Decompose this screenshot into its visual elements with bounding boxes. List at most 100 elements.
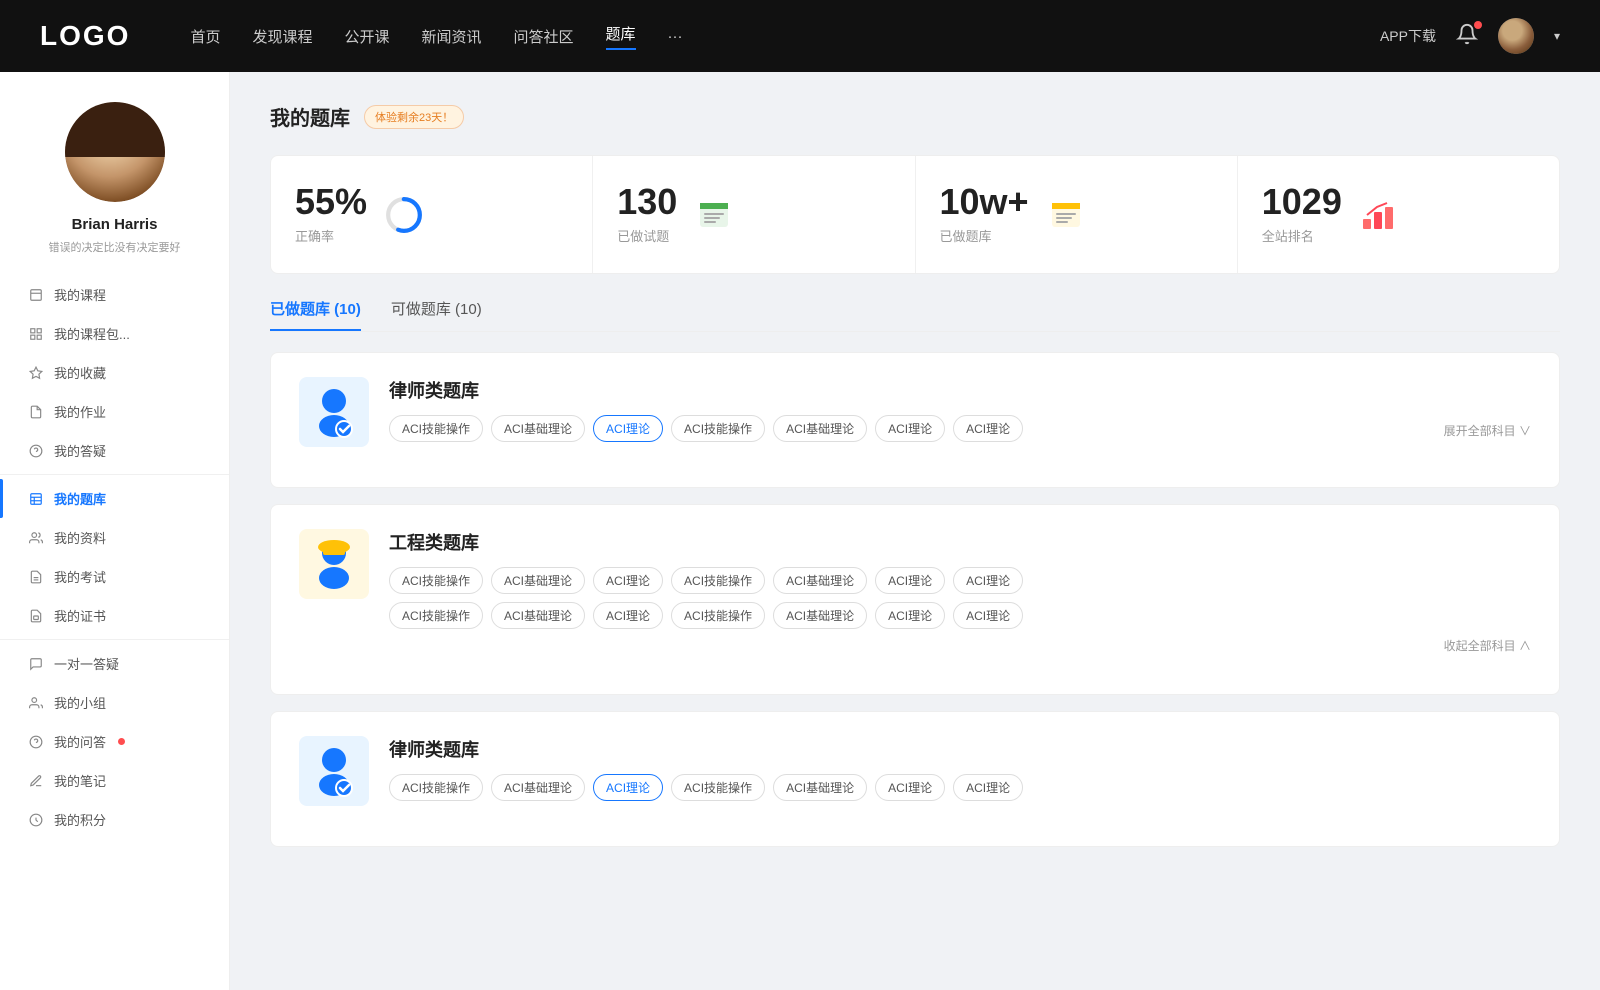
sidebar-item-exam[interactable]: 我的考试 [0, 557, 229, 596]
eng-tag-r2-1[interactable]: ACI基础理论 [491, 602, 585, 629]
qbank-icon [28, 491, 44, 507]
qbank-card-engineer: 工程类题库 ACI技能操作 ACI基础理论 ACI理论 ACI技能操作 ACI基… [270, 504, 1560, 695]
logo[interactable]: LOGO [40, 20, 130, 52]
stat-done-banks-label: 已做题库 [940, 226, 1029, 245]
sidebar-item-favorites[interactable]: 我的收藏 [0, 353, 229, 392]
profile-avatar [65, 102, 165, 202]
eng-tag-r1-2[interactable]: ACI理论 [593, 567, 663, 594]
law2-tag-3[interactable]: ACI技能操作 [671, 774, 765, 801]
qbank-avatar-lawyer-2 [299, 736, 369, 806]
stat-accuracy: 55% 正确率 [271, 156, 593, 273]
app-download-button[interactable]: APP下载 [1380, 26, 1436, 46]
qbank-card-lawyer-2-body: 律师类题库 ACI技能操作 ACI基础理论 ACI理论 ACI技能操作 ACI基… [389, 736, 1531, 801]
sidebar-item-course-package-label: 我的课程包... [54, 324, 130, 343]
stat-ranking-label: 全站排名 [1262, 226, 1342, 245]
sidebar-item-homework-label: 我的作业 [54, 402, 106, 421]
eng-tag-r2-3[interactable]: ACI技能操作 [671, 602, 765, 629]
myqa-red-dot [118, 738, 125, 745]
stat-accuracy-value: 55% [295, 184, 367, 220]
tag-2[interactable]: ACI理论 [593, 415, 663, 442]
profile-name: Brian Harris [72, 216, 158, 233]
certificate-icon [28, 608, 44, 624]
qbank-card-lawyer-1-header: 律师类题库 ACI技能操作 ACI基础理论 ACI理论 ACI技能操作 ACI基… [299, 377, 1531, 447]
tag-1[interactable]: ACI基础理论 [491, 415, 585, 442]
eng-tag-r2-2[interactable]: ACI理论 [593, 602, 663, 629]
tag-5[interactable]: ACI理论 [875, 415, 945, 442]
eng-tag-r2-6[interactable]: ACI理论 [953, 602, 1023, 629]
law2-tag-5[interactable]: ACI理论 [875, 774, 945, 801]
eng-tag-r1-0[interactable]: ACI技能操作 [389, 567, 483, 594]
eng-tag-r1-3[interactable]: ACI技能操作 [671, 567, 765, 594]
sidebar-item-notes[interactable]: 我的笔记 [0, 761, 229, 800]
sidebar-item-group[interactable]: 我的小组 [0, 683, 229, 722]
law2-tag-0[interactable]: ACI技能操作 [389, 774, 483, 801]
tab-todo[interactable]: 可做题库 (10) [391, 298, 482, 331]
nav-news[interactable]: 新闻资讯 [422, 26, 482, 47]
avatar-image [1498, 18, 1534, 54]
notification-button[interactable] [1456, 23, 1478, 50]
sidebar-divider-1 [0, 474, 229, 475]
1on1-icon [28, 656, 44, 672]
sidebar-item-course-package[interactable]: 我的课程包... [0, 314, 229, 353]
sidebar-item-group-label: 我的小组 [54, 693, 106, 712]
tag-3[interactable]: ACI技能操作 [671, 415, 765, 442]
sidebar-item-myqa[interactable]: 我的问答 [0, 722, 229, 761]
eng-tag-r1-4[interactable]: ACI基础理论 [773, 567, 867, 594]
sidebar-item-course[interactable]: 我的课程 [0, 275, 229, 314]
stat-done-questions-value: 130 [617, 184, 677, 220]
sidebar-item-profile-label: 我的资料 [54, 528, 106, 547]
stat-done-banks-value: 10w+ [940, 184, 1029, 220]
notes-icon [28, 773, 44, 789]
stat-ranking-value: 1029 [1262, 184, 1342, 220]
qbank-avatar-engineer [299, 529, 369, 599]
collapse-link-engineer-label: 收起全部科目 ∧ [1444, 637, 1531, 654]
sidebar-item-homework[interactable]: 我的作业 [0, 392, 229, 431]
tab-done[interactable]: 已做题库 (10) [270, 298, 361, 331]
nav-discover[interactable]: 发现课程 [252, 26, 312, 47]
nav-more[interactable]: ··· [668, 28, 683, 45]
avatar[interactable] [1498, 18, 1534, 54]
navbar-right: APP下载 ▾ [1380, 18, 1560, 54]
stat-accuracy-label: 正确率 [295, 226, 367, 245]
sidebar-item-points[interactable]: 我的积分 [0, 800, 229, 839]
sidebar-item-1on1[interactable]: 一对一答疑 [0, 644, 229, 683]
nav-home[interactable]: 首页 [190, 26, 220, 47]
collapse-link-engineer[interactable]: 收起全部科目 ∧ [389, 637, 1531, 654]
law2-tag-2[interactable]: ACI理论 [593, 774, 663, 801]
eng-tag-r2-5[interactable]: ACI理论 [875, 602, 945, 629]
expand-link-lawyer-1[interactable]: 展开全部科目 ∨ [1444, 418, 1531, 439]
qbank-card-engineer-tags-row1: ACI技能操作 ACI基础理论 ACI理论 ACI技能操作 ACI基础理论 AC… [389, 567, 1531, 594]
eng-tag-r1-1[interactable]: ACI基础理论 [491, 567, 585, 594]
stat-ranking: 1029 全站排名 [1238, 156, 1559, 273]
eng-tag-r1-5[interactable]: ACI理论 [875, 567, 945, 594]
tag-4[interactable]: ACI基础理论 [773, 415, 867, 442]
notification-badge [1474, 21, 1482, 29]
favorites-icon [28, 365, 44, 381]
profile-avatar-image [65, 102, 165, 202]
eng-tag-r2-0[interactable]: ACI技能操作 [389, 602, 483, 629]
sidebar-item-qbank-label: 我的题库 [54, 489, 106, 508]
qbank-card-lawyer-1-tags: ACI技能操作 ACI基础理论 ACI理论 ACI技能操作 ACI基础理论 AC… [389, 415, 1531, 442]
course-package-icon [28, 326, 44, 342]
tag-0[interactable]: ACI技能操作 [389, 415, 483, 442]
user-menu-chevron[interactable]: ▾ [1554, 29, 1560, 43]
sidebar-item-profile[interactable]: 我的资料 [0, 518, 229, 557]
eng-tag-r1-6[interactable]: ACI理论 [953, 567, 1023, 594]
law2-tag-6[interactable]: ACI理论 [953, 774, 1023, 801]
page-layout: Brian Harris 错误的决定比没有决定要好 我的课程 我的课程包... … [0, 72, 1600, 990]
sidebar-item-qbank[interactable]: 我的题库 [0, 479, 229, 518]
law2-tag-1[interactable]: ACI基础理论 [491, 774, 585, 801]
sidebar-item-exam-label: 我的考试 [54, 567, 106, 586]
stats-row: 55% 正确率 130 已做试题 [270, 155, 1560, 274]
qbank-card-lawyer-2-header: 律师类题库 ACI技能操作 ACI基础理论 ACI理论 ACI技能操作 ACI基… [299, 736, 1531, 806]
tag-6[interactable]: ACI理论 [953, 415, 1023, 442]
eng-tag-r2-4[interactable]: ACI基础理论 [773, 602, 867, 629]
qbank-card-lawyer-2-title: 律师类题库 [389, 736, 1531, 762]
law2-tag-4[interactable]: ACI基础理论 [773, 774, 867, 801]
nav-qbank[interactable]: 题库 [606, 23, 636, 50]
nav-open-course[interactable]: 公开课 [344, 26, 389, 47]
sidebar-item-certificate[interactable]: 我的证书 [0, 596, 229, 635]
stat-ranking-text: 1029 全站排名 [1262, 184, 1342, 245]
sidebar-item-qa[interactable]: 我的答疑 [0, 431, 229, 470]
nav-qa[interactable]: 问答社区 [514, 26, 574, 47]
